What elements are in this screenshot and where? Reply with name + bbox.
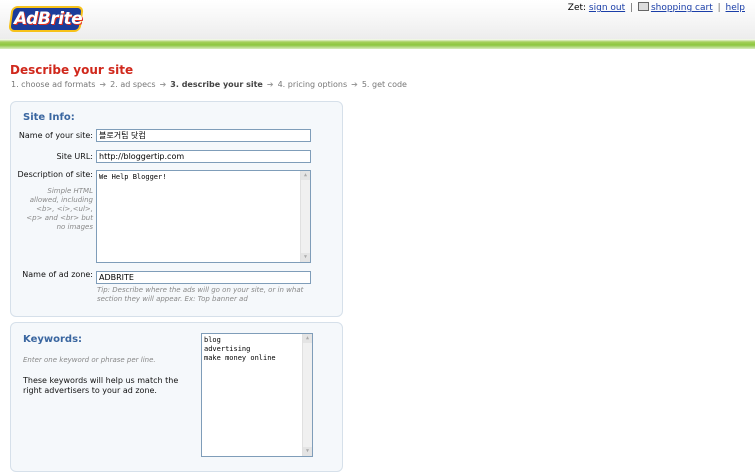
keywords-help-text: These keywords will help us match the ri… (23, 376, 179, 395)
ad-zone-tip: Tip: Describe where the ads will go on y… (97, 286, 304, 303)
step-5: 5. get code (361, 80, 407, 89)
sign-out-link[interactable]: sign out (589, 3, 625, 13)
site-url-label: Site URL: (56, 152, 93, 161)
scroll-down-icon[interactable]: ▼ (303, 447, 312, 456)
step-1: 1. choose ad formats (11, 80, 96, 89)
scroll-down-icon[interactable]: ▼ (301, 253, 310, 262)
site-info-title: Site Info: (23, 112, 75, 123)
user-name: Zet: (567, 3, 587, 13)
keywords-panel: Keywords: Enter one keyword or phrase pe… (10, 322, 343, 472)
step-arrow-icon: ➔ (266, 80, 274, 89)
step-4: 4. pricing options (277, 80, 348, 89)
help-link[interactable]: help (726, 3, 745, 13)
step-3-current: 3. describe your site (170, 80, 263, 89)
green-divider (0, 39, 755, 49)
keywords-textarea[interactable]: blog advertising make money online ▲ ▼ (201, 333, 313, 457)
user-nav: Zet: sign out | shopping cart | help (568, 2, 745, 13)
site-name-field[interactable]: 블로거팁 닷컴 (96, 129, 311, 142)
description-hint: Simple HTML allowed, including <b>, <i>,… (26, 187, 93, 231)
site-info-panel: Site Info: Name of your site: 블로거팁 닷컴 Si… (10, 101, 343, 317)
step-2: 2. ad specs (110, 80, 156, 89)
shopping-cart-link[interactable]: shopping cart (651, 3, 713, 13)
shopping-cart-icon (637, 2, 649, 11)
adbrite-logo[interactable]: AdBrite (8, 4, 84, 34)
page-title: Describe your site (10, 63, 134, 77)
site-description-label: Description of site: (17, 170, 93, 179)
nav-separator: | (630, 3, 634, 13)
header-bar: AdBrite Zet: sign out | shopping cart | … (0, 0, 755, 40)
step-arrow-icon: ➔ (99, 80, 107, 89)
step-arrow-icon: ➔ (351, 80, 358, 89)
scroll-up-icon[interactable]: ▲ (303, 334, 312, 343)
site-name-label: Name of your site: (18, 131, 93, 140)
keywords-text: blog advertising make money online (204, 336, 276, 362)
ad-zone-field[interactable]: ADBRITE (96, 271, 311, 284)
step-arrow-icon: ➔ (159, 80, 167, 89)
ad-zone-label: Name of ad zone: (22, 270, 93, 279)
logo-text: AdBrite (14, 9, 83, 29)
wizard-steps: 1. choose ad formats ➔ 2. ad specs ➔ 3. desc… (11, 80, 407, 89)
site-url-field[interactable]: http://bloggertip.com (96, 150, 311, 163)
description-scrollbar[interactable]: ▲ ▼ (300, 171, 310, 262)
keywords-scrollbar[interactable]: ▲ ▼ (302, 334, 312, 456)
scroll-up-icon[interactable]: ▲ (301, 171, 310, 180)
keywords-instruction: Enter one keyword or phrase per line. (23, 356, 156, 364)
keywords-title: Keywords: (23, 334, 83, 345)
site-description-textarea[interactable]: We Help Blogger! ▲ ▼ (96, 170, 311, 263)
nav-separator: | (717, 3, 721, 13)
site-description-text: We Help Blogger! (99, 173, 167, 181)
